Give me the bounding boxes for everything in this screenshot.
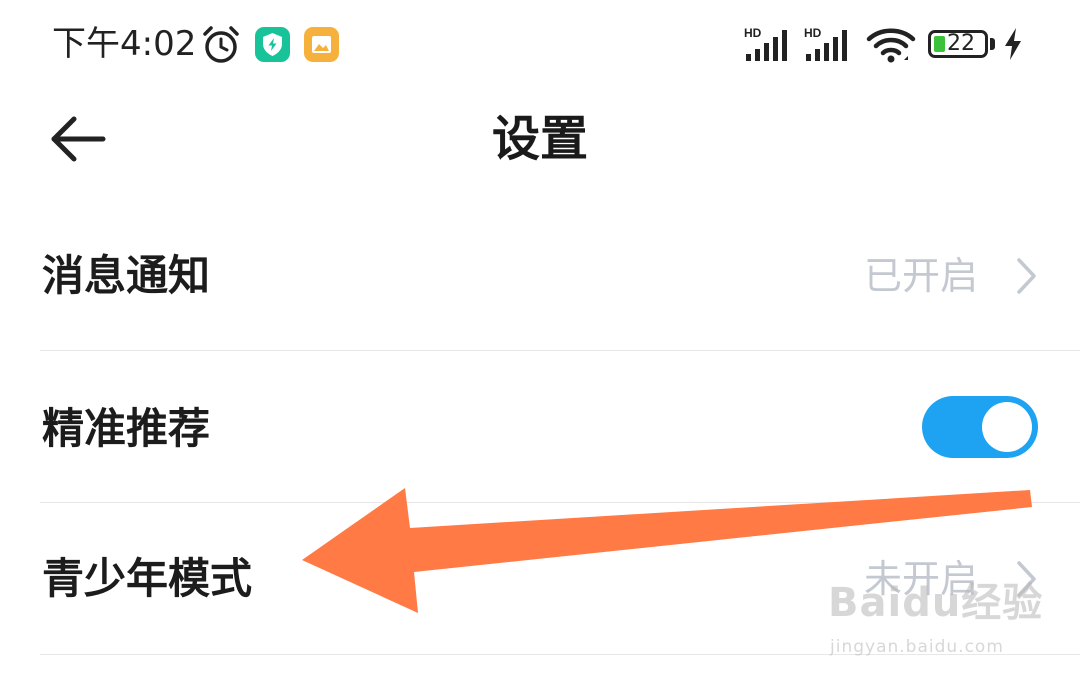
row-value-notifications: 已开启 (863, 254, 978, 298)
battery-icon: 22 (928, 30, 988, 58)
watermark-url: jingyan.baidu.com (830, 637, 1004, 657)
status-time: 下午4:02 (52, 24, 197, 64)
battery-level: 22 (947, 31, 975, 56)
alarm-icon (203, 26, 239, 63)
row-label-youth-mode: 青少年模式 (42, 554, 253, 603)
charging-icon (1005, 28, 1021, 60)
signal-icon: HD (804, 26, 847, 61)
recommendation-toggle[interactable] (922, 396, 1038, 458)
settings-row-recommendation: 精准推荐 (40, 351, 1080, 501)
toggle-knob (982, 402, 1032, 452)
signal-icon: HD (744, 26, 787, 61)
shield-app-icon (255, 27, 290, 62)
chevron-right-icon (1017, 258, 1036, 294)
settings-row-notifications[interactable]: 消息通知 已开启 (40, 200, 1080, 350)
status-bar: 下午4:02 HD HD 22 (0, 0, 1080, 90)
battery-fill (934, 36, 945, 52)
signal-label-2: HD (804, 26, 822, 40)
gallery-app-icon (304, 27, 339, 62)
page-title: 设置 (491, 111, 588, 167)
watermark-brand: Baidu经验 (828, 580, 1044, 626)
watermark: Baidu经验 jingyan.baidu.com (828, 578, 1042, 668)
row-label-notifications: 消息通知 (42, 251, 211, 300)
battery-cap (990, 38, 995, 50)
signal-label-1: HD (744, 26, 762, 40)
wifi-icon (866, 28, 916, 63)
row-label-recommendation: 精准推荐 (42, 404, 211, 453)
